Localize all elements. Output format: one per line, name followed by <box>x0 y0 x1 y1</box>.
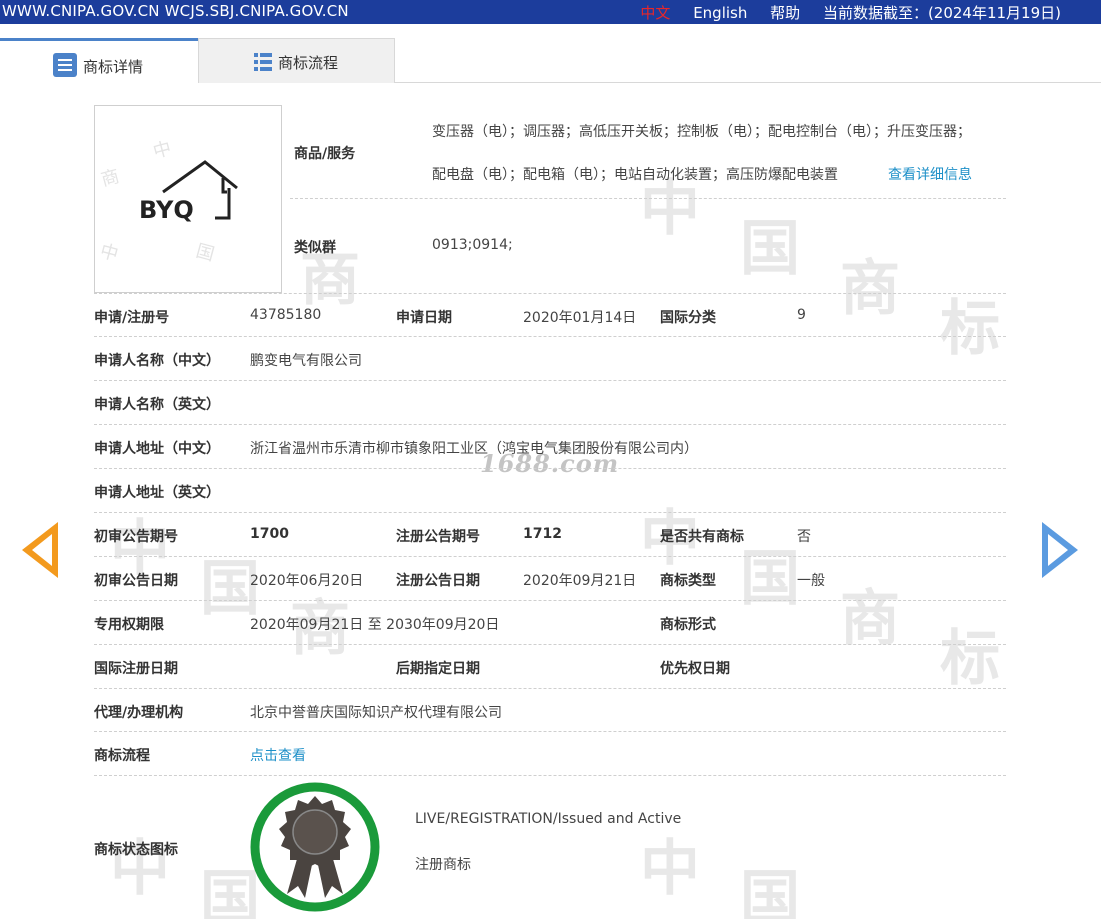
watermark-glyph: 中 <box>640 834 700 904</box>
watermark-glyph: 国 <box>740 544 800 614</box>
top-nav: 中文 English 帮助 当前数据截至：(2024年11月19日) <box>622 2 1061 23</box>
trademark-image: 商 中 中 国 BYQ <box>94 105 282 293</box>
similar-group-label: 类似群 <box>294 240 336 256</box>
watermark-glyph: 商 <box>840 254 900 324</box>
list-icon <box>254 53 272 71</box>
registered-seal-icon <box>250 782 380 912</box>
view-process-link[interactable]: 点击查看 <box>250 745 306 765</box>
prelim-date-value: 2020年06月20日 <box>250 573 364 589</box>
reg-pub-date-value: 2020年09月21日 <box>523 573 637 589</box>
row-divider <box>290 198 1006 199</box>
prelim-no-value: 1700 <box>250 526 289 542</box>
row-divider <box>94 380 1006 381</box>
row-divider <box>94 424 1006 425</box>
mark-form-label: 商标形式 <box>660 617 716 633</box>
list-doc-icon <box>53 53 77 77</box>
applicant-cn-value: 鹏变电气有限公司 <box>250 353 362 369</box>
intl-class-label: 国际分类 <box>660 310 716 326</box>
goods-services-label: 商品/服务 <box>294 146 356 162</box>
shared-value: 否 <box>797 529 811 545</box>
previous-arrow-icon[interactable] <box>22 522 58 578</box>
row-divider <box>94 644 1006 645</box>
address-en-label: 申请人地址（英文） <box>94 485 220 501</box>
tab-bar: 商标详情 商标流程 <box>0 38 1101 84</box>
exclusive-period-value: 2020年09月21日 至 2030年09月20日 <box>250 617 500 633</box>
next-arrow-icon[interactable] <box>1042 522 1078 578</box>
mark-type-label: 商标类型 <box>660 573 716 589</box>
apply-date-value: 2020年01月14日 <box>523 310 637 326</box>
status-cn-value: 注册商标 <box>415 857 471 873</box>
goods-services-line-1: 变压器（电）；调压器；高低压开关板；控制板（电）；配电控制台（电）；升压变压器； <box>432 124 971 140</box>
trademark-logo-text: BYQ <box>139 196 194 224</box>
reg-pub-date-label: 注册公告日期 <box>396 573 480 589</box>
row-divider <box>94 512 1006 513</box>
intl-class-value: 9 <box>797 307 806 323</box>
prelim-date-label: 初审公告日期 <box>94 573 178 589</box>
top-bar: WWW.CNIPA.GOV.CN WCJS.SBJ.CNIPA.GOV.CN 中… <box>0 0 1101 24</box>
watermark-glyph: 中 <box>151 138 174 163</box>
address-cn-value: 浙江省温州市乐清市柳市镇象阳工业区（鸿宝电气集团股份有限公司内） <box>250 441 698 457</box>
reg-no-label: 申请/注册号 <box>94 310 170 326</box>
process-label: 商标流程 <box>94 748 150 764</box>
applicant-cn-label: 申请人名称（中文） <box>94 353 220 369</box>
tab-label: 商标流程 <box>278 54 339 72</box>
tab-trademark-details[interactable]: 商标详情 <box>0 38 198 84</box>
site-domains: WWW.CNIPA.GOV.CN WCJS.SBJ.CNIPA.GOV.CN <box>2 2 349 20</box>
status-icon-label: 商标状态图标 <box>94 842 178 858</box>
watermark-glyph: 商 <box>99 166 122 191</box>
address-cn-label: 申请人地址（中文） <box>94 441 220 457</box>
row-divider <box>94 688 1006 689</box>
applicant-en-label: 申请人名称（英文） <box>94 397 220 413</box>
watermark-glyph: 国 <box>194 241 217 266</box>
tab-trademark-process[interactable]: 商标流程 <box>198 38 395 83</box>
row-divider <box>94 731 1006 732</box>
intl-reg-date-label: 国际注册日期 <box>94 661 178 677</box>
lang-en-link[interactable]: English <box>693 4 747 22</box>
reg-pub-no-label: 注册公告期号 <box>396 529 480 545</box>
watermark-glyph: 中 <box>110 834 170 904</box>
row-divider <box>94 775 1006 776</box>
help-link[interactable]: 帮助 <box>770 4 800 22</box>
goods-services-line-2: 配电盘（电）；配电箱（电）；电站自动化装置；高压防爆配电装置 <box>432 167 838 183</box>
later-designation-label: 后期指定日期 <box>396 661 480 677</box>
watermark-glyph: 标 <box>940 624 1000 694</box>
reg-pub-no-value: 1712 <box>523 526 562 542</box>
watermark-glyph: 中 <box>98 241 121 266</box>
row-divider <box>94 336 1006 337</box>
view-details-link[interactable]: 查看详细信息 <box>888 164 972 184</box>
row-divider <box>94 293 1006 294</box>
data-date-label: 当前数据截至：(2024年11月19日) <box>822 4 1061 22</box>
house-outline-icon: 商 中 中 国 BYQ <box>98 138 238 266</box>
lang-zh-link[interactable]: 中文 <box>640 4 670 22</box>
watermark-glyph: 国 <box>740 864 800 919</box>
shared-label: 是否共有商标 <box>660 529 744 545</box>
priority-date-label: 优先权日期 <box>660 661 730 677</box>
status-en-value: LIVE/REGISTRATION/Issued and Active <box>415 811 682 827</box>
row-divider <box>94 556 1006 557</box>
apply-date-label: 申请日期 <box>396 310 452 326</box>
exclusive-period-label: 专用权期限 <box>94 617 164 633</box>
reg-no-value: 43785180 <box>250 307 322 323</box>
similar-group-value: 0913;0914; <box>432 237 513 253</box>
mark-type-value: 一般 <box>797 573 825 589</box>
tab-label: 商标详情 <box>83 58 144 76</box>
row-divider <box>94 468 1006 469</box>
agent-value: 北京中誉普庆国际知识产权代理有限公司 <box>250 705 502 721</box>
agent-label: 代理/办理机构 <box>94 705 184 721</box>
row-divider <box>94 600 1006 601</box>
prelim-no-label: 初审公告期号 <box>94 529 178 545</box>
watermark-glyph: 国 <box>740 214 800 284</box>
